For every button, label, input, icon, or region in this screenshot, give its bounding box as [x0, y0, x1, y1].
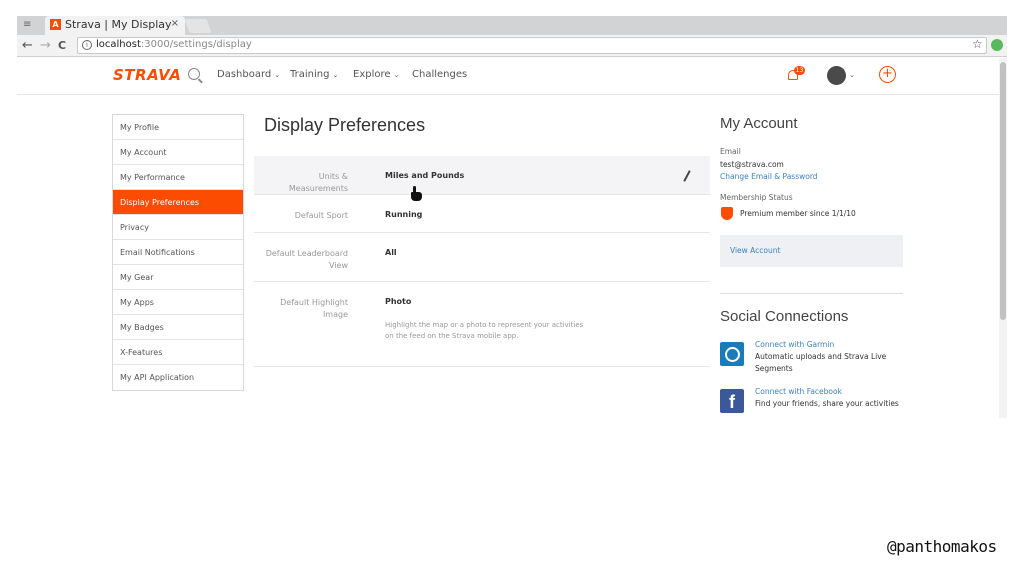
- sidebar-item-my-account[interactable]: My Account: [113, 140, 243, 165]
- cursor-palm: [411, 192, 422, 201]
- page-title: Display Preferences: [264, 115, 426, 135]
- pref-row-default-sport[interactable]: Default Sport Running: [254, 195, 710, 233]
- facebook-description: Find your friends, share your activities: [755, 399, 899, 408]
- watermark: @panthomakos: [887, 537, 997, 556]
- sidebar-item-privacy[interactable]: Privacy: [113, 215, 243, 240]
- sidebar-item-my-badges[interactable]: My Badges: [113, 315, 243, 340]
- url-path: :3000/settings/display: [140, 39, 252, 50]
- browser-tab[interactable]: A Strava | My Display ×: [45, 16, 185, 35]
- divider: [720, 293, 903, 294]
- url-text: localhost:3000/settings/display: [96, 39, 252, 50]
- nav-dashboard[interactable]: Dashboard ⌄: [217, 69, 280, 80]
- upload-plus-button[interactable]: +: [879, 66, 896, 83]
- pref-help-text: Highlight the map or a photo to represen…: [385, 321, 584, 340]
- view-account-link[interactable]: View Account: [730, 246, 780, 255]
- notification-count-badge: 13: [794, 66, 805, 75]
- pref-row-highlight-image[interactable]: Default Highlight Image Photo Highlight …: [254, 282, 710, 367]
- sidebar-item-my-profile[interactable]: My Profile: [113, 115, 243, 140]
- pref-value: Miles and Pounds: [385, 171, 465, 180]
- sidebar-item-my-gear[interactable]: My Gear: [113, 265, 243, 290]
- change-email-password-link[interactable]: Change Email & Password: [720, 172, 818, 181]
- tab-close-icon[interactable]: ×: [171, 18, 179, 29]
- email-value: test@strava.com: [720, 160, 784, 169]
- site-header: STRAVA Dashboard ⌄ Training ⌄ Explore ⌄ Cha…: [17, 58, 999, 95]
- search-icon[interactable]: [188, 68, 200, 80]
- garmin-icon: [720, 342, 744, 366]
- scrollbar-thumb[interactable]: [1000, 62, 1006, 320]
- membership-status: Premium member since 1/1/10: [740, 209, 856, 218]
- pref-value: Running: [385, 210, 423, 219]
- pref-value: Photo: [385, 297, 412, 306]
- membership-label: Membership Status: [720, 193, 793, 202]
- screen: ≡ A Strava | My Display × ← → C i localh…: [0, 0, 1024, 576]
- facebook-icon: f: [720, 389, 744, 413]
- strava-favicon-icon: A: [50, 19, 61, 30]
- nav-challenges-label: Challenges: [412, 69, 468, 80]
- social-connections-title: Social Connections: [720, 308, 849, 325]
- hand-cursor-icon: [411, 186, 423, 202]
- bookmark-star-icon[interactable]: ☆: [972, 37, 983, 51]
- back-icon[interactable]: ←: [22, 37, 33, 55]
- account-title: My Account: [720, 115, 798, 132]
- connect-facebook-link[interactable]: Connect with Facebook: [755, 387, 842, 396]
- nav-training[interactable]: Training ⌄: [290, 69, 338, 80]
- avatar[interactable]: [827, 66, 846, 85]
- pencil-edit-icon[interactable]: [683, 170, 691, 182]
- extension-icon[interactable]: [991, 39, 1003, 51]
- reload-icon[interactable]: C: [58, 37, 66, 55]
- pref-value: All: [385, 248, 397, 257]
- garmin-description: Automatic uploads and Strava Live Segmen…: [755, 352, 887, 373]
- chevron-down-icon: ⌄: [332, 71, 339, 79]
- preferences-list: Units & Measurements Miles and Pounds De…: [254, 156, 710, 367]
- sidebar-item-display-preferences[interactable]: Display Preferences: [113, 190, 243, 215]
- pref-label: Default Leaderboard View: [265, 249, 348, 270]
- site-info-icon[interactable]: i: [82, 40, 92, 50]
- tab-title: Strava | My Display: [65, 18, 172, 31]
- strava-logo[interactable]: STRAVA: [113, 66, 181, 84]
- email-label: Email: [720, 147, 741, 156]
- sidebar-item-my-api-application[interactable]: My API Application: [113, 365, 243, 390]
- settings-sidebar: My Profile My Account My Performance Dis…: [112, 114, 244, 391]
- sidebar-item-x-features[interactable]: X-Features: [113, 340, 243, 365]
- pref-label: Units & Measurements: [288, 172, 348, 193]
- window-menu-icon[interactable]: ≡: [23, 19, 35, 31]
- sidebar-item-my-apps[interactable]: My Apps: [113, 290, 243, 315]
- pref-row-units[interactable]: Units & Measurements Miles and Pounds: [254, 156, 710, 195]
- nav-explore-label: Explore: [353, 69, 391, 80]
- url-host: localhost: [96, 39, 141, 50]
- nav-challenges[interactable]: Challenges: [412, 69, 467, 80]
- premium-shield-icon: [721, 207, 733, 220]
- pref-label: Default Sport: [294, 211, 348, 220]
- sidebar-item-my-performance[interactable]: My Performance: [113, 165, 243, 190]
- pref-label: Default Highlight Image: [280, 298, 348, 319]
- chevron-down-icon[interactable]: ⌄: [849, 71, 855, 79]
- nav-training-label: Training: [290, 69, 330, 80]
- browser-toolbar: ← → C i localhost:3000/settings/display …: [17, 35, 1007, 57]
- chevron-down-icon: ⌄: [274, 71, 281, 79]
- sidebar-item-email-notifications[interactable]: Email Notifications: [113, 240, 243, 265]
- view-account-box: View Account: [720, 235, 903, 267]
- nav-explore[interactable]: Explore ⌄: [353, 69, 399, 80]
- new-tab-button[interactable]: [184, 19, 212, 33]
- nav-dashboard-label: Dashboard: [217, 69, 272, 80]
- connect-garmin-link[interactable]: Connect with Garmin: [755, 340, 834, 349]
- pref-row-leaderboard-view[interactable]: Default Leaderboard View All: [254, 233, 710, 282]
- address-bar[interactable]: i localhost:3000/settings/display: [77, 37, 987, 54]
- forward-icon[interactable]: →: [40, 37, 51, 55]
- browser-tab-bar: ≡ A Strava | My Display ×: [17, 16, 1007, 35]
- chevron-down-icon: ⌄: [393, 71, 400, 79]
